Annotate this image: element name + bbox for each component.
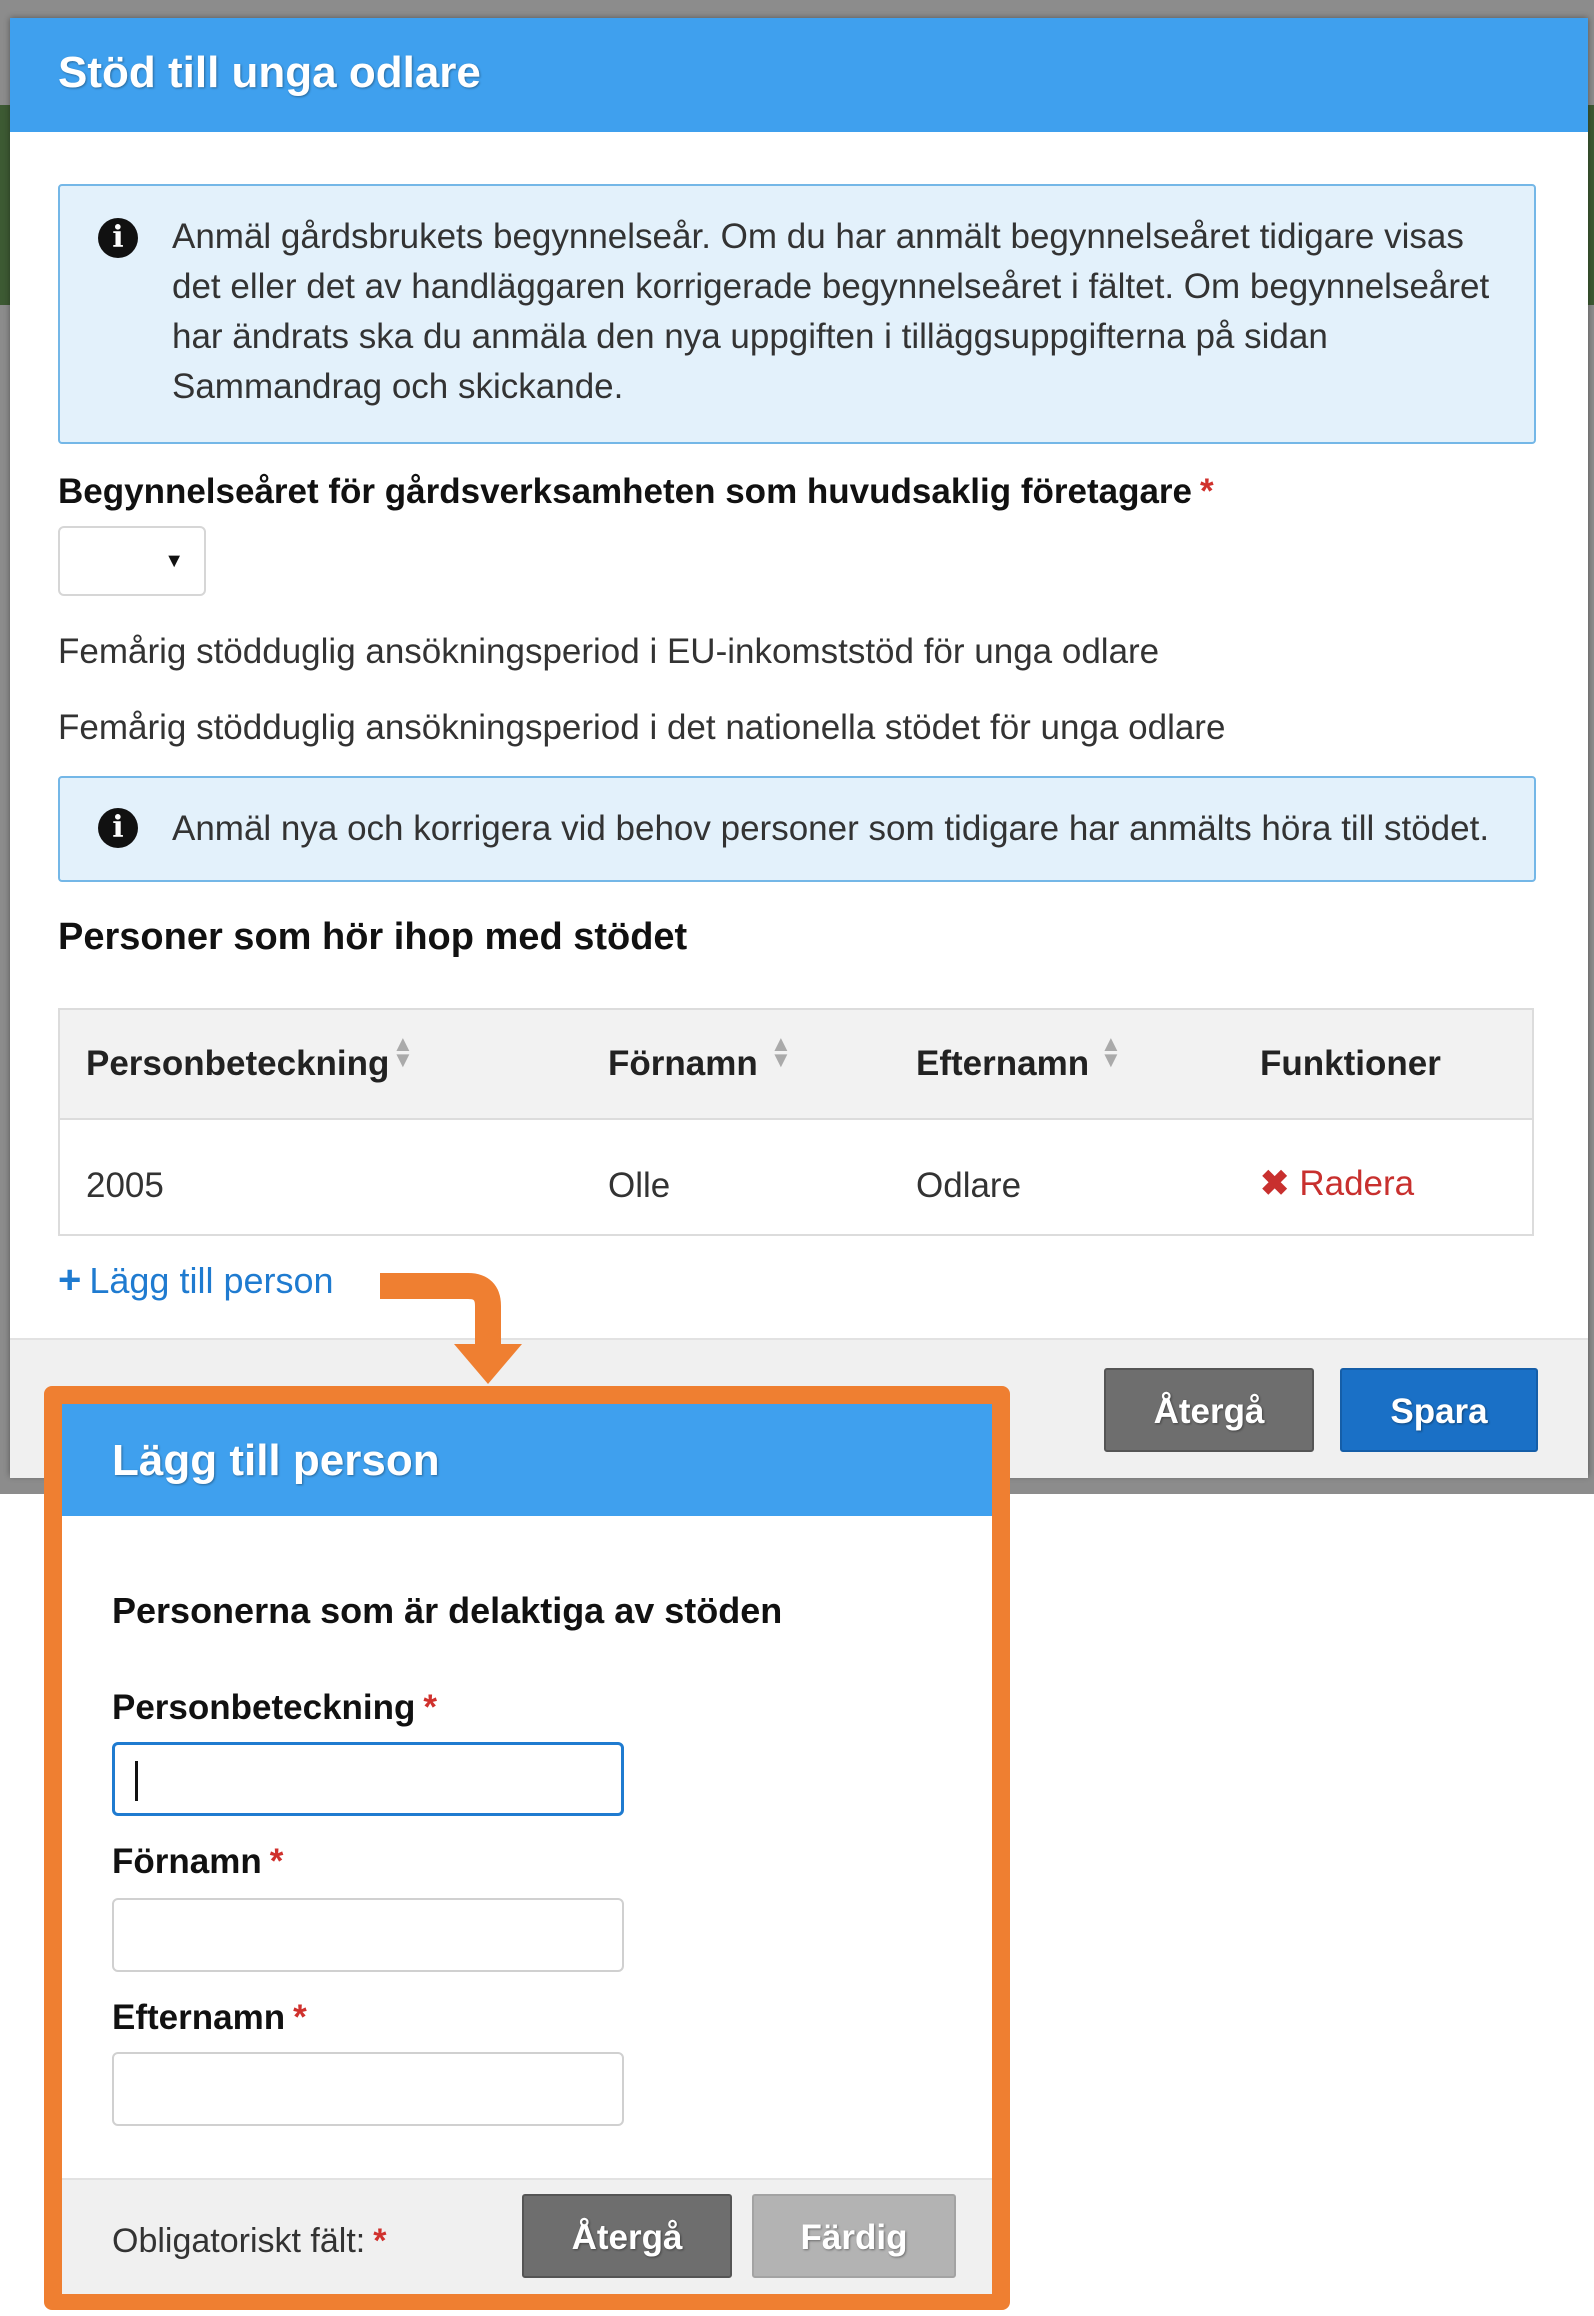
text-cursor [135,1761,138,1801]
efternamn-label-text: Efternamn [112,1998,286,2037]
fornamn-label-text: Förnamn [112,1842,262,1881]
mandatory-note: Obligatoriskt fält: * [112,2222,386,2261]
fornamn-input[interactable] [112,1898,624,1972]
personbeteckning-label: Personbeteckning * [112,1688,437,1728]
sub-dialog-title: Lägg till person [112,1436,440,1485]
mandatory-note-text: Obligatoriskt fält: [112,2222,366,2260]
sub-cancel-button[interactable]: Återgå [522,2194,732,2278]
fornamn-label: Förnamn * [112,1842,283,1882]
required-mark: * [293,1998,307,2037]
required-mark: * [269,1842,284,1881]
add-person-dialog: Lägg till person Personerna som är delak… [44,1386,1010,2310]
sub-dialog-footer: Obligatoriskt fält: * Återgå Färdig [62,2178,992,2294]
efternamn-input[interactable] [112,2052,624,2126]
sub-section-title: Personerna som är delaktiga av stöden [112,1590,783,1631]
required-mark: * [373,2222,387,2260]
required-mark: * [423,1688,438,1727]
personbeteckning-input[interactable] [112,1742,624,1816]
efternamn-label: Efternamn * [112,1998,307,2038]
done-button[interactable]: Färdig [752,2194,956,2278]
personbeteckning-label-text: Personbeteckning [112,1688,416,1727]
sub-dialog-header: Lägg till person [62,1404,992,1516]
